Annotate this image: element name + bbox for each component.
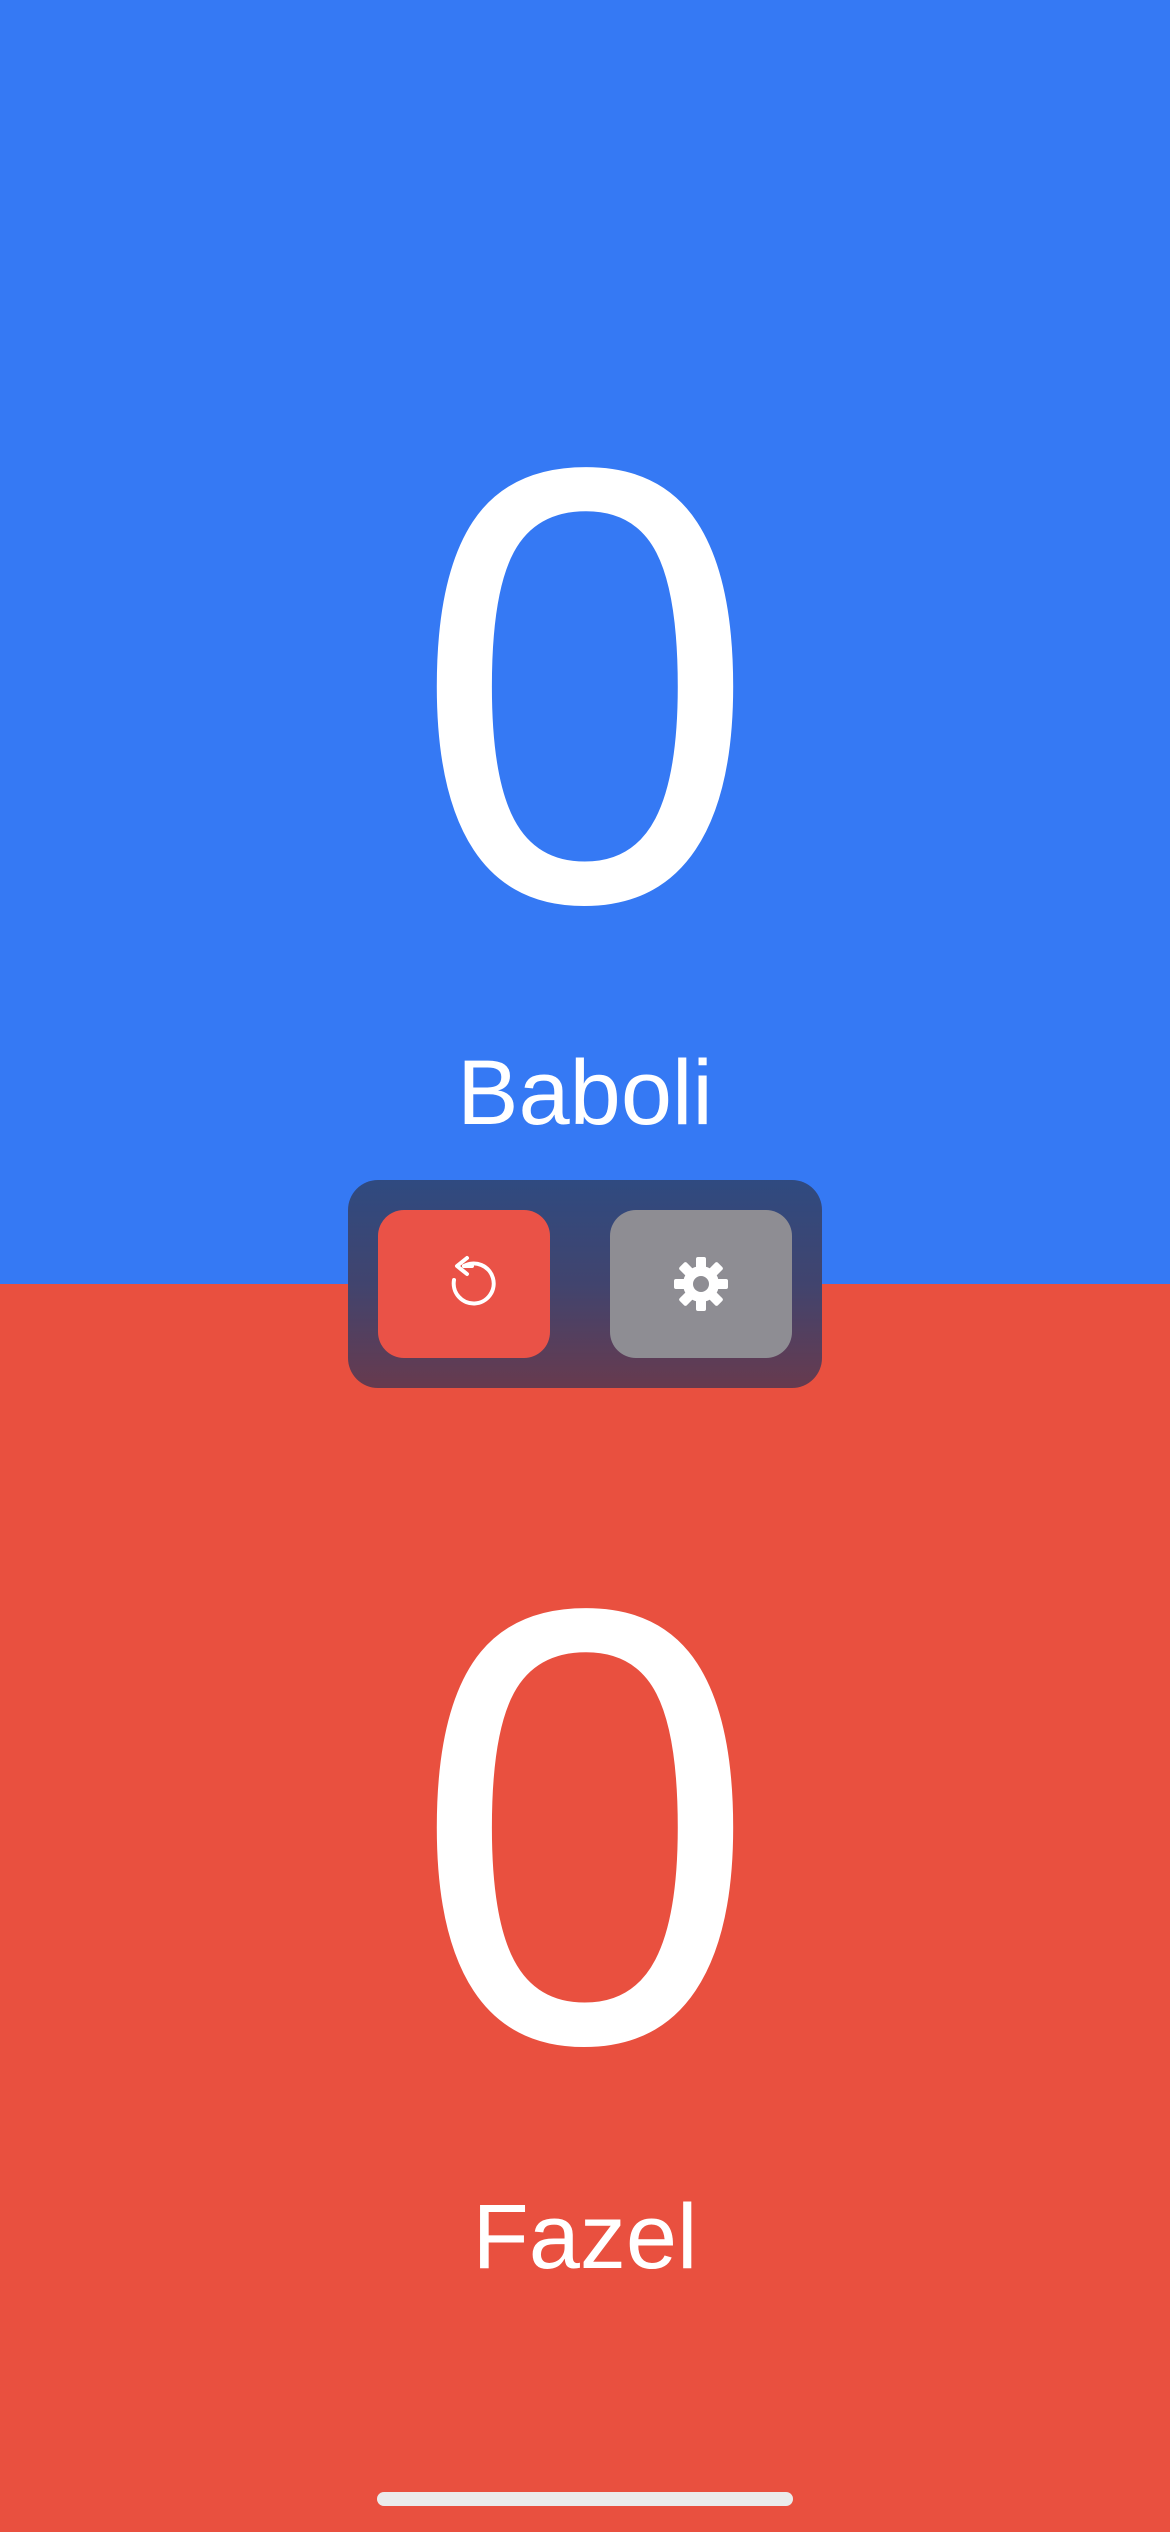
player-bottom-name: Fazel: [472, 2186, 698, 2288]
player-bottom-panel[interactable]: 0 Fazel: [0, 1284, 1170, 2532]
player-top-name: Baboli: [457, 1042, 713, 1144]
player-top-score: 0: [412, 340, 758, 1032]
settings-button[interactable]: [610, 1210, 792, 1358]
gear-icon: [671, 1254, 731, 1314]
reset-arrow-icon: [432, 1252, 496, 1316]
player-top-panel[interactable]: 0 Baboli: [0, 0, 1170, 1284]
reset-button[interactable]: [378, 1210, 550, 1358]
scoreboard-app: 0 Baboli 0 Fazel: [0, 0, 1170, 2532]
home-indicator[interactable]: [377, 2492, 793, 2506]
player-bottom-score: 0: [412, 1481, 758, 2173]
controls-panel: [348, 1180, 822, 1388]
